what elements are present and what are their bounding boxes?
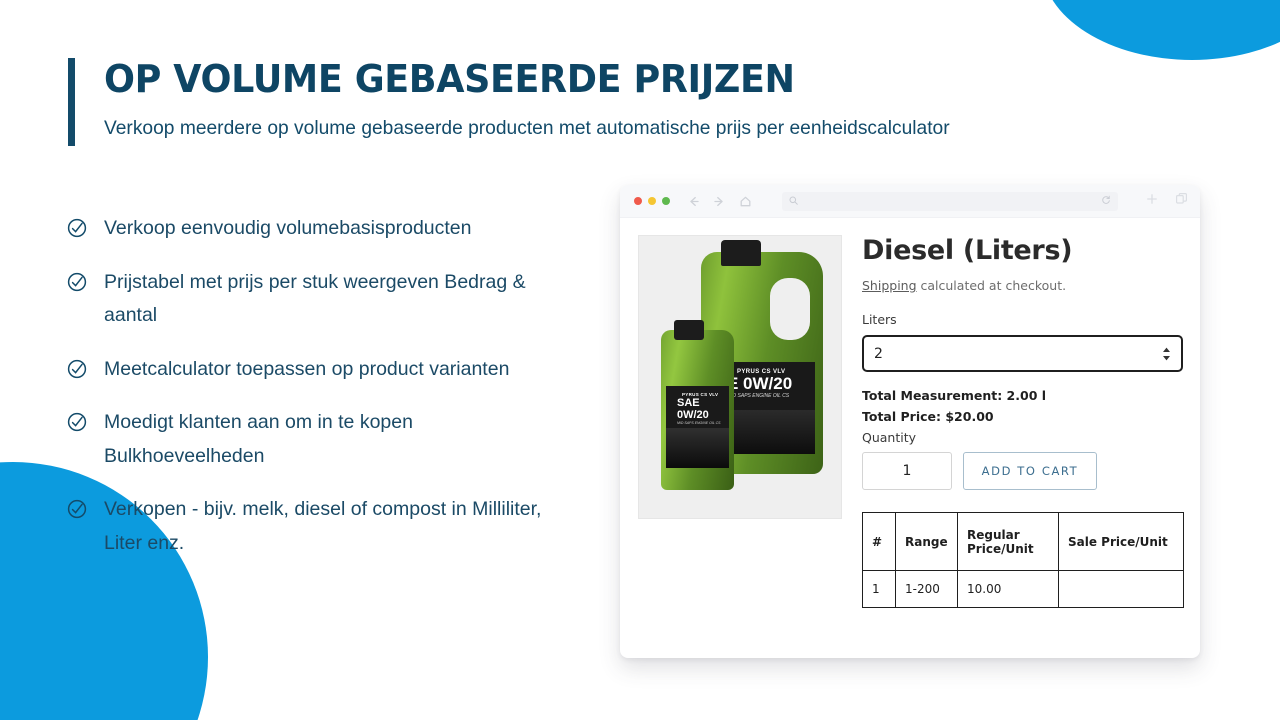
close-window-dot[interactable] (634, 197, 642, 205)
cell-regular-price: 10.00 (957, 570, 1059, 608)
shipping-link[interactable]: Shipping (862, 278, 917, 293)
cell-index: 1 (862, 570, 896, 608)
measurement-input[interactable]: 2 (862, 335, 1183, 372)
list-item: Meetcalculator toepassen op product vari… (66, 353, 566, 387)
browser-mockup: PYRUS CS VLV E 0W/20 MID SAPS ENGINE OIL… (620, 185, 1200, 658)
volume-price-table: # Range Regular Price/Unit Sale Price/Un… (862, 512, 1184, 608)
measurement-value: 2 (874, 345, 883, 362)
feature-list: Verkoop eenvoudig volumebasisproducten P… (66, 212, 566, 580)
table-header-row: # Range Regular Price/Unit Sale Price/Un… (862, 512, 1184, 571)
check-circle-icon (66, 358, 88, 380)
product-details: Diesel (Liters) Shipping calculated at c… (842, 235, 1185, 608)
label-photo (666, 428, 729, 468)
slide-canvas: OP VOLUME GEBASEERDE PRIJZEN Verkoop mee… (0, 0, 1280, 720)
search-icon (789, 192, 798, 210)
address-bar[interactable] (782, 191, 1118, 211)
total-price: Total Price: $20.00 (862, 409, 994, 424)
window-controls[interactable] (634, 197, 670, 205)
list-item: Verkoop eenvoudig volumebasisproducten (66, 212, 566, 246)
add-to-cart-button[interactable]: ADD TO CART (963, 452, 1097, 490)
check-circle-icon (66, 217, 88, 239)
bottle-handle (770, 278, 810, 340)
reload-icon[interactable] (1101, 192, 1111, 210)
bottle-label-small: PYRUS CS VLV SAE 0W/20 MID SAPS ENGINE O… (666, 386, 729, 468)
list-item-label: Verkoop eenvoudig volumebasisproducten (104, 217, 472, 239)
column-header-range: Range (895, 512, 958, 571)
back-arrow-icon[interactable] (687, 195, 700, 208)
list-item-label: Meetcalculator toepassen op product vari… (104, 357, 510, 380)
stepper-down-icon (1163, 355, 1170, 360)
check-circle-icon (66, 498, 88, 520)
product-image[interactable]: PYRUS CS VLV E 0W/20 MID SAPS ENGINE OIL… (638, 235, 842, 519)
oil-bottle-small: PYRUS CS VLV SAE 0W/20 MID SAPS ENGINE O… (661, 320, 734, 490)
bottle-subtitle: MID SAPS ENGINE OIL CS (677, 421, 721, 426)
decorative-blob-top-right (1042, 0, 1280, 60)
plus-icon[interactable] (1146, 192, 1158, 210)
column-header-regular-price: Regular Price/Unit (957, 512, 1059, 571)
shipping-note: Shipping calculated at checkout. (862, 278, 1185, 293)
stepper-up-icon (1163, 347, 1170, 352)
table-row: 1 1-200 10.00 (862, 570, 1184, 608)
home-icon[interactable] (739, 195, 752, 208)
page-subtitle: Verkoop meerdere op volume gebaseerde pr… (104, 116, 950, 139)
maximize-window-dot[interactable] (662, 197, 670, 205)
list-item-label: Moedigt klanten aan om in te kopen Bulkh… (104, 411, 413, 467)
minimize-window-dot[interactable] (648, 197, 656, 205)
forward-arrow-icon[interactable] (713, 195, 726, 208)
check-circle-icon (66, 271, 88, 293)
column-header-sale-price: Sale Price/Unit (1058, 512, 1184, 571)
list-item-label: Prijstabel met prijs per stuk weergeven … (104, 270, 526, 327)
totals-block: Total Measurement: 2.00 l Total Price: $… (862, 388, 1185, 424)
measurement-label: Liters (862, 312, 897, 327)
number-stepper[interactable] (1162, 347, 1171, 361)
heading-accent-bar (68, 58, 75, 146)
browser-chrome (620, 185, 1200, 218)
bottle-grade: SAE 0W/20 (677, 397, 709, 422)
total-measurement: Total Measurement: 2.00 l (862, 388, 1047, 403)
product-title: Diesel (Liters) (862, 235, 1073, 266)
bottle-brand: PYRUS CS VLV (682, 392, 719, 397)
list-item: Verkopen - bijv. melk, diesel of compost… (66, 493, 566, 560)
check-circle-icon (66, 411, 88, 433)
cell-sale-price (1058, 570, 1184, 608)
page-title: OP VOLUME GEBASEERDE PRIJZEN (104, 57, 795, 101)
new-tab-icon[interactable] (1175, 192, 1188, 210)
list-item-label: Verkopen - bijv. melk, diesel of compost… (104, 498, 542, 554)
product-page: PYRUS CS VLV E 0W/20 MID SAPS ENGINE OIL… (620, 218, 1200, 608)
cell-range: 1-200 (895, 570, 958, 608)
list-item: Moedigt klanten aan om in te kopen Bulkh… (66, 406, 566, 473)
column-header-index: # (862, 512, 896, 571)
list-item: Prijstabel met prijs per stuk weergeven … (66, 266, 566, 333)
shipping-note-text: calculated at checkout. (916, 278, 1067, 293)
quantity-label: Quantity (862, 430, 917, 445)
quantity-input[interactable]: 1 (862, 452, 952, 490)
slide-heading: OP VOLUME GEBASEERDE PRIJZEN Verkoop mee… (68, 58, 963, 146)
